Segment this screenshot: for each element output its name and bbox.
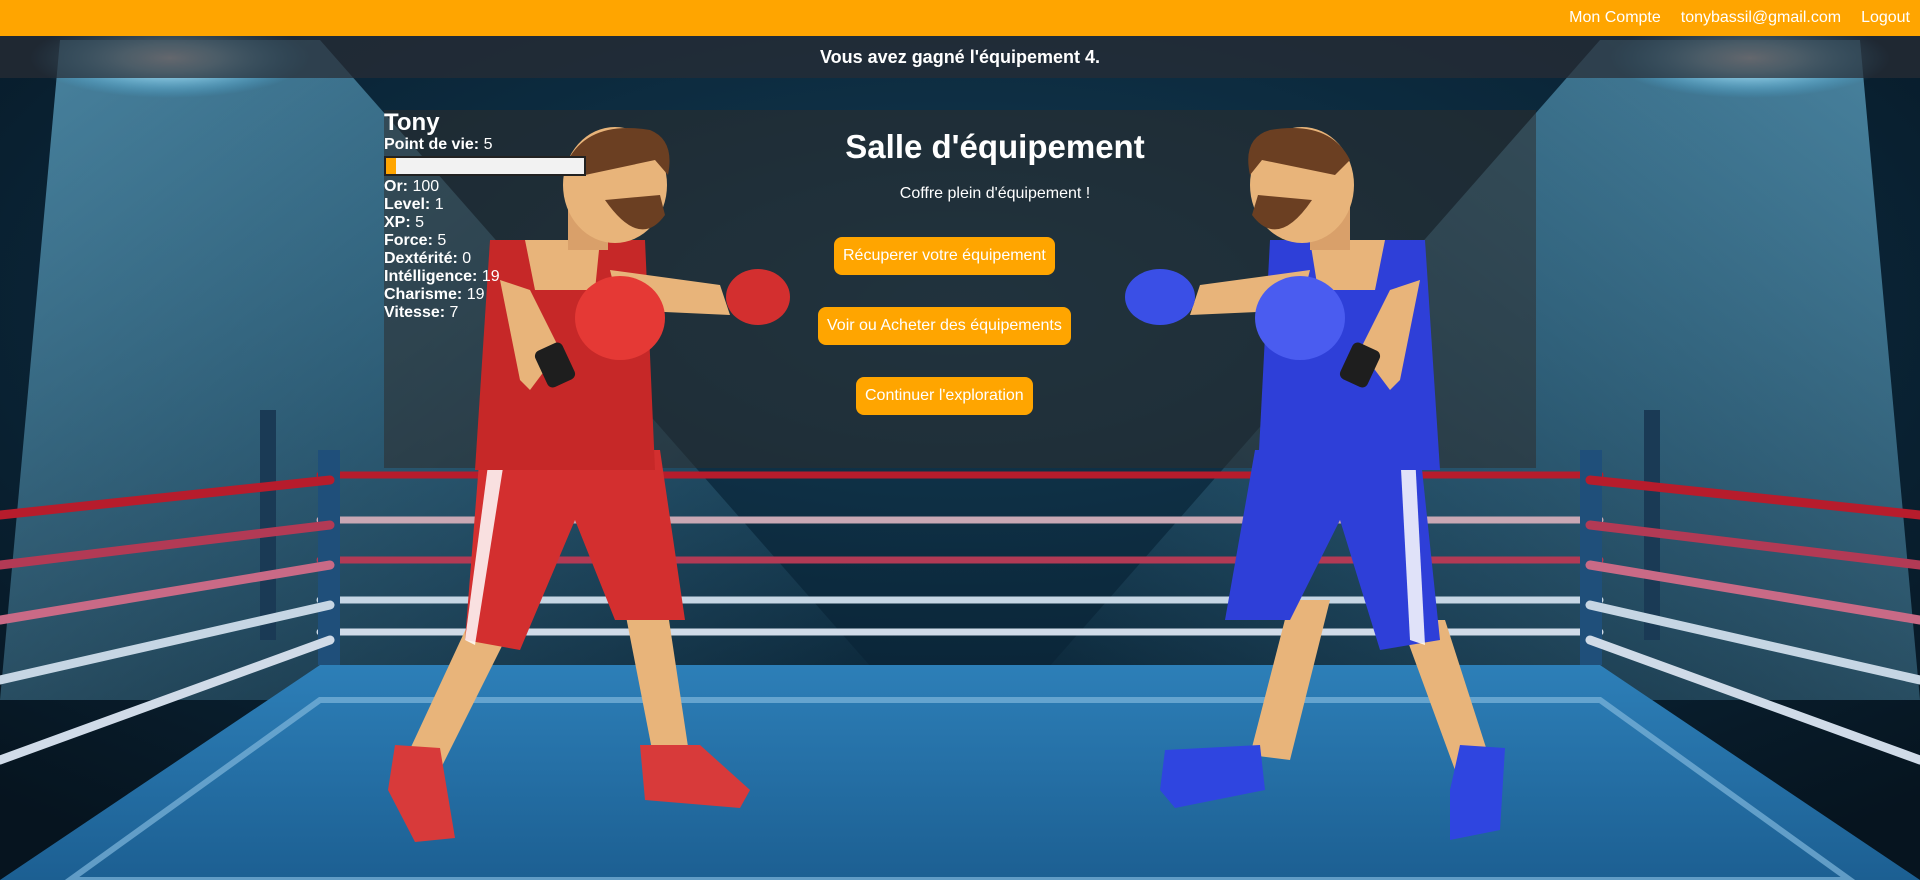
stat-label: Intélligence: <box>384 268 478 285</box>
stat-row-strength: Force: 5 <box>384 232 704 250</box>
stat-value: 100 <box>412 178 440 195</box>
stat-value: 19 <box>466 286 485 303</box>
stat-value: 19 <box>481 268 500 285</box>
stat-row-gold: Or: 100 <box>384 178 704 196</box>
stat-row-charisma: Charisme: 19 <box>384 286 704 304</box>
hp-label: Point de vie: <box>384 136 480 153</box>
hp-progress-bar <box>384 156 586 176</box>
logout-link[interactable]: Logout <box>1861 9 1910 27</box>
top-navbar: Mon Compte tonybassil@gmail.com Logout <box>0 0 1920 36</box>
room-header: Salle d'équipement Coffre plein d'équipe… <box>700 125 1290 203</box>
notification-text: Vous avez gagné l'équipement 4. <box>819 46 1101 67</box>
stat-value: 7 <box>449 304 459 321</box>
hp-progress-fill <box>386 158 396 174</box>
stat-value: 5 <box>437 232 447 249</box>
stat-row-speed: Vitesse: 7 <box>384 304 704 322</box>
stat-label: Level: <box>384 196 431 213</box>
stat-row-xp: XP: 5 <box>384 214 704 232</box>
stat-label: XP: <box>384 214 411 231</box>
retrieve-equipment-button[interactable]: Récuperer votre équipement <box>834 237 1055 275</box>
stat-label: Force: <box>384 232 433 249</box>
player-name: Tony <box>384 109 440 136</box>
stat-value: 1 <box>434 196 444 213</box>
user-nav: Mon Compte tonybassil@gmail.com Logout <box>1549 0 1910 36</box>
notification-banner: Vous avez gagné l'équipement 4. <box>0 36 1920 78</box>
room-subtitle: Coffre plein d'équipement ! <box>899 185 1091 202</box>
stat-row-dexterity: Dextérité: 0 <box>384 250 704 268</box>
hp-row: Point de vie: 5 <box>384 136 704 154</box>
room-title: Salle d'équipement <box>845 128 1145 165</box>
stat-value: 5 <box>415 214 425 231</box>
shop-equipment-button[interactable]: Voir ou Acheter des équipements <box>818 307 1071 345</box>
stat-value: 0 <box>462 250 472 267</box>
stat-label: Or: <box>384 178 408 195</box>
continue-exploration-button[interactable]: Continuer l'exploration <box>856 377 1033 415</box>
stat-label: Charisme: <box>384 286 463 303</box>
player-stats: Tony Point de vie: 5 Or: 100 Level: 1 XP… <box>384 110 704 322</box>
stat-row-intelligence: Intélligence: 19 <box>384 268 704 286</box>
stat-label: Vitesse: <box>384 304 446 321</box>
user-email-link[interactable]: tonybassil@gmail.com <box>1681 9 1841 27</box>
stat-row-level: Level: 1 <box>384 196 704 214</box>
stat-label: Dextérité: <box>384 250 458 267</box>
my-account-link[interactable]: Mon Compte <box>1569 9 1661 27</box>
hp-value: 5 <box>483 136 493 153</box>
